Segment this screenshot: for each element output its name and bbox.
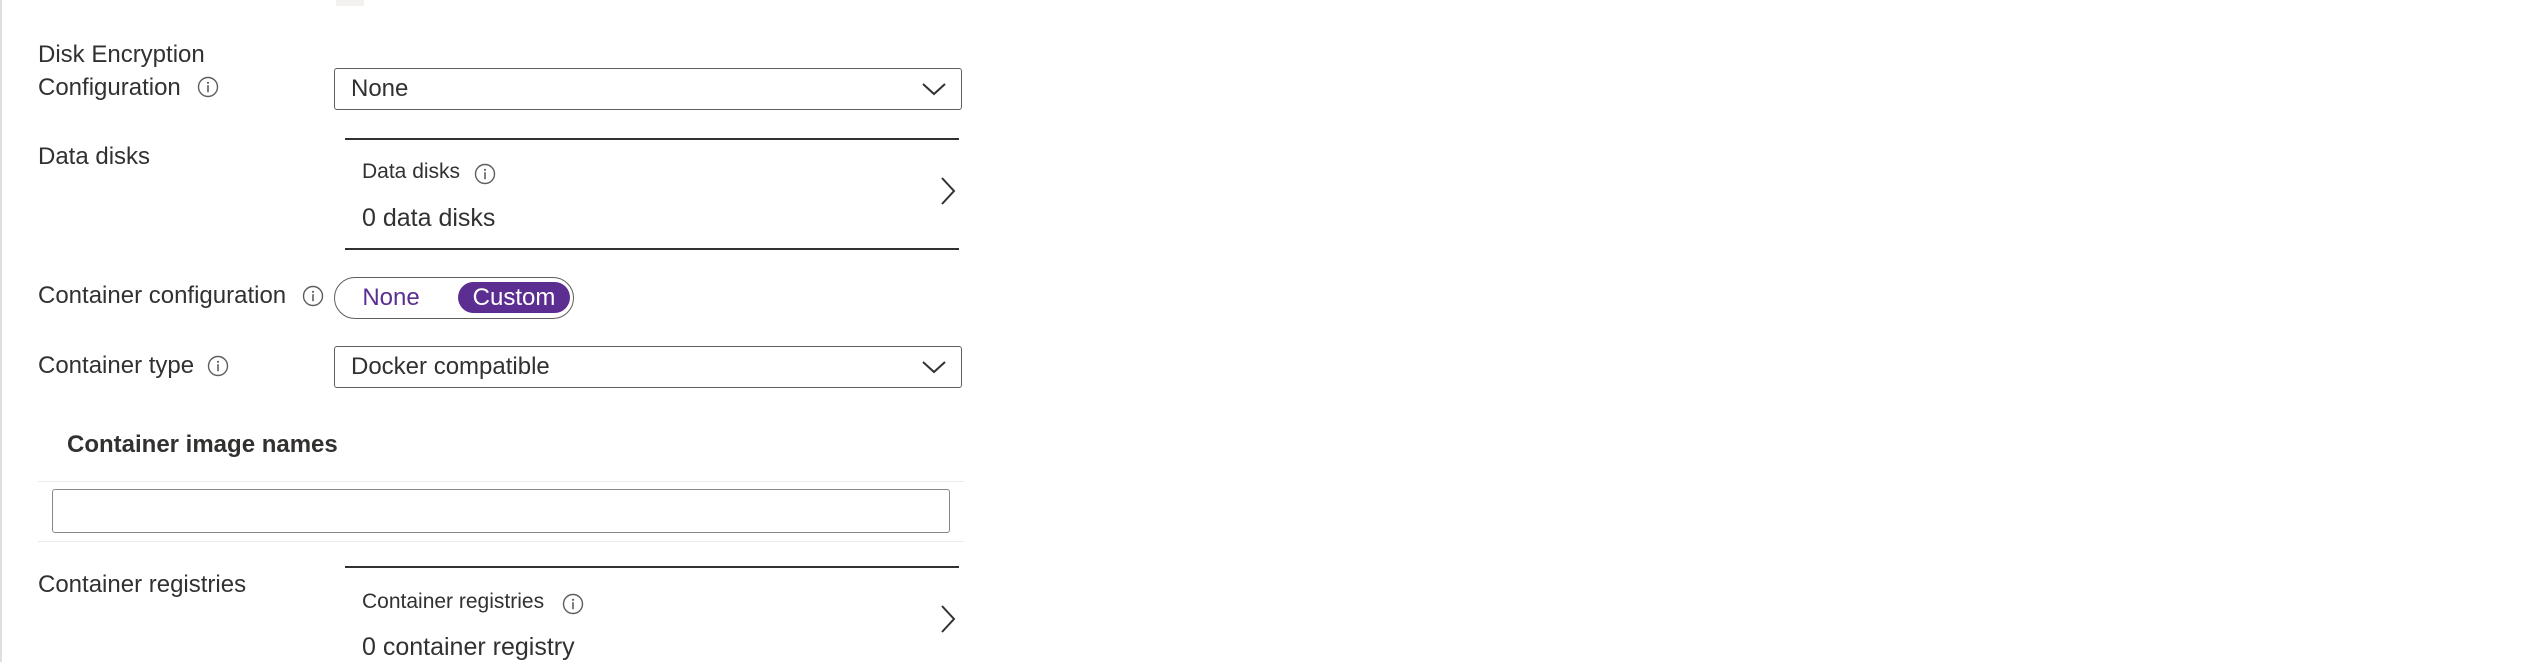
divider <box>38 481 964 482</box>
container-image-names-title: Container image names <box>67 431 338 458</box>
chevron-right-icon <box>941 177 956 205</box>
container-registries-card-title: Container registries <box>362 590 545 613</box>
info-icon[interactable] <box>302 285 324 307</box>
container-type-label: Container type <box>38 352 195 379</box>
disk-encryption-selected-value: None <box>351 75 409 102</box>
container-registries-card-value: 0 container registry <box>362 633 575 661</box>
container-registries-label: Container registries <box>38 571 247 598</box>
disk-encryption-label-line1: Disk Encryption <box>38 41 205 68</box>
disk-encryption-dropdown[interactable]: None <box>334 68 962 110</box>
chevron-down-icon <box>922 83 946 96</box>
container-image-name-input[interactable] <box>52 489 950 533</box>
container-registries-card[interactable]: Container registries 0 container registr… <box>345 566 959 662</box>
container-configuration-option-custom[interactable]: Custom <box>458 282 570 313</box>
chevron-down-icon <box>922 361 946 374</box>
divider <box>38 541 964 542</box>
data-disks-card-value: 0 data disks <box>362 204 496 232</box>
container-configuration-toggle: None Custom <box>334 277 574 319</box>
data-disks-card-title: Data disks <box>362 160 461 183</box>
info-icon[interactable] <box>207 355 229 377</box>
info-icon[interactable] <box>197 76 219 98</box>
disk-encryption-label-line2: Configuration <box>38 74 181 101</box>
data-disks-card[interactable]: Data disks 0 data disks <box>345 138 959 250</box>
scrolled-control-remnant <box>336 0 364 6</box>
container-configuration-option-none[interactable]: None <box>353 282 429 313</box>
data-disks-label: Data disks <box>38 143 151 170</box>
container-type-selected-value: Docker compatible <box>351 353 550 380</box>
info-icon[interactable] <box>562 593 584 615</box>
container-type-dropdown[interactable]: Docker compatible <box>334 346 962 388</box>
chevron-right-icon <box>941 605 956 633</box>
container-configuration-label: Container configuration <box>38 282 287 309</box>
info-icon[interactable] <box>474 163 496 185</box>
disk-encryption-label: Disk Encryption Configuration <box>38 38 205 104</box>
left-panel-border <box>0 0 2 662</box>
